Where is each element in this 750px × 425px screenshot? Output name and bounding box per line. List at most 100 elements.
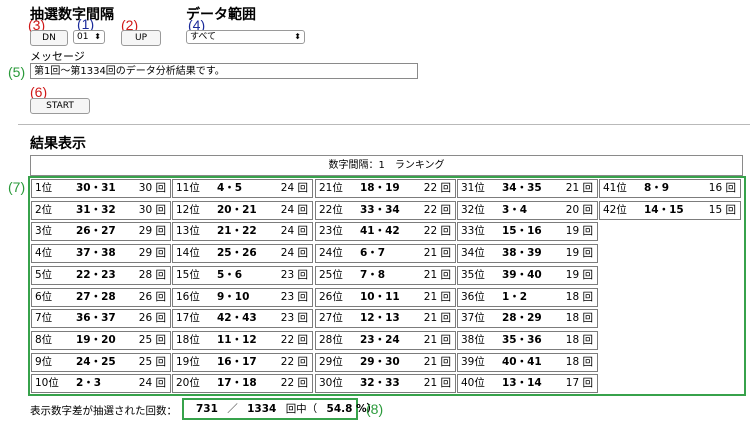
ranking-rank: 14位 (176, 247, 200, 259)
ranking-cell: 23位 41・42 22 回 (315, 222, 456, 241)
ranking-pair: 42・43 (217, 312, 257, 324)
ranking-cell: 24位 6・7 21 回 (315, 244, 456, 263)
ranking-pair: 40・41 (502, 356, 542, 368)
ranking-count: 24 回 (280, 204, 308, 216)
start-button[interactable]: START (30, 98, 90, 114)
ranking-rank: 11位 (176, 182, 200, 194)
ranking-rank: 8位 (35, 334, 53, 346)
ranking-pair: 29・30 (360, 356, 400, 368)
ranking-rank: 41位 (603, 182, 627, 194)
ranking-cell: 37位 28・29 18 回 (457, 309, 598, 328)
ranking-rank: 5位 (35, 269, 53, 281)
ranking-rank: 39位 (461, 356, 485, 368)
ranking-pair: 18・19 (360, 182, 400, 194)
range-select[interactable]: すべて ⬍ (186, 30, 305, 44)
ranking-rank: 32位 (461, 204, 485, 216)
ranking-rank: 2位 (35, 204, 53, 216)
ranking-cell: 1位 30・31 30 回 (31, 179, 171, 198)
ranking-cell: 26位 10・11 21 回 (315, 288, 456, 307)
ranking-cell: 41位 8・9 16 回 (599, 179, 741, 198)
ranking-pair: 31・32 (76, 204, 116, 216)
range-select-value: すべて (190, 32, 217, 42)
ranking-pair: 3・4 (502, 204, 528, 216)
ranking-pair: 7・8 (360, 269, 386, 281)
ranking-count: 20 回 (565, 204, 593, 216)
annotation-8: (8) (366, 401, 384, 417)
ranking-pair: 39・40 (502, 269, 542, 281)
ranking-count: 21 回 (423, 334, 451, 346)
ranking-count: 22 回 (280, 377, 308, 389)
ranking-count: 29 回 (138, 225, 166, 237)
ranking-count: 29 回 (138, 247, 166, 259)
ranking-count: 21 回 (423, 377, 451, 389)
ranking-count: 22 回 (280, 356, 308, 368)
ranking-pair: 8・9 (644, 182, 670, 194)
ranking-count: 21 回 (423, 247, 451, 259)
updown-chevron-icon: ⬍ (294, 32, 301, 41)
up-button[interactable]: UP (121, 30, 161, 46)
ranking-pair: 36・37 (76, 312, 116, 324)
ranking-count: 22 回 (423, 225, 451, 237)
ranking-cell: 19位 16・17 22 回 (172, 353, 313, 372)
ranking-pair: 2・3 (76, 377, 102, 389)
ranking-pair: 32・33 (360, 377, 400, 389)
ranking-cell: 4位 37・38 29 回 (31, 244, 171, 263)
ranking-rank: 20位 (176, 377, 200, 389)
ranking-count: 24 回 (280, 225, 308, 237)
ranking-pair: 22・23 (76, 269, 116, 281)
ranking-rank: 22位 (319, 204, 343, 216)
ranking-count: 24 回 (280, 247, 308, 259)
ranking-title: 数字間隔：1 ランキング (30, 155, 743, 176)
ranking-pair: 23・24 (360, 334, 400, 346)
results-heading: 結果表示 (30, 136, 86, 152)
ranking-rank: 37位 (461, 312, 485, 324)
ranking-count: 24 回 (138, 377, 166, 389)
ranking-count: 30 回 (138, 182, 166, 194)
ranking-pair: 28・29 (502, 312, 542, 324)
dn-button[interactable]: DN (30, 30, 68, 46)
ranking-rank: 19位 (176, 356, 200, 368)
interval-select-value: 01 (77, 32, 89, 42)
ranking-count: 26 回 (138, 312, 166, 324)
ranking-pair: 25・26 (217, 247, 257, 259)
ranking-pair: 19・20 (76, 334, 116, 346)
ranking-pair: 10・11 (360, 291, 400, 303)
ranking-pair: 17・18 (217, 377, 257, 389)
ranking-cell: 31位 34・35 21 回 (457, 179, 598, 198)
ranking-pair: 21・22 (217, 225, 257, 237)
ranking-cell: 7位 36・37 26 回 (31, 309, 171, 328)
ranking-pair: 14・15 (644, 204, 684, 216)
ranking-rank: 4位 (35, 247, 53, 259)
ranking-rank: 13位 (176, 225, 200, 237)
ranking-rank: 40位 (461, 377, 485, 389)
ranking-rank: 12位 (176, 204, 200, 216)
ranking-rank: 38位 (461, 334, 485, 346)
ranking-cell: 36位 1・2 18 回 (457, 288, 598, 307)
ranking-rank: 1位 (35, 182, 53, 194)
ranking-pair: 16・17 (217, 356, 257, 368)
ranking-pair: 15・16 (502, 225, 542, 237)
ranking-pair: 12・13 (360, 312, 400, 324)
ranking-count: 19 回 (565, 269, 593, 281)
ranking-count: 15 回 (708, 204, 736, 216)
ranking-pair: 1・2 (502, 291, 528, 303)
ranking-cell: 39位 40・41 18 回 (457, 353, 598, 372)
ranking-cell: 14位 25・26 24 回 (172, 244, 313, 263)
ranking-pair: 4・5 (217, 182, 243, 194)
interval-select[interactable]: 01 ⬍ (73, 30, 105, 44)
message-field[interactable]: 第1回〜第1334回のデータ分析結果です。 (30, 63, 418, 79)
ranking-pair: 38・39 (502, 247, 542, 259)
ranking-cell: 38位 35・36 18 回 (457, 331, 598, 350)
annotation-5: (5) (8, 64, 26, 80)
ranking-cell: 29位 29・30 21 回 (315, 353, 456, 372)
ranking-count: 18 回 (565, 334, 593, 346)
ranking-cell: 22位 33・34 22 回 (315, 201, 456, 220)
ranking-count: 22 回 (423, 204, 451, 216)
ranking-count: 17 回 (565, 377, 593, 389)
ranking-count: 21 回 (565, 182, 593, 194)
ranking-rank: 18位 (176, 334, 200, 346)
ranking-rank: 24位 (319, 247, 343, 259)
ranking-cell: 30位 32・33 21 回 (315, 374, 456, 393)
ranking-pair: 35・36 (502, 334, 542, 346)
ranking-count: 26 回 (138, 291, 166, 303)
